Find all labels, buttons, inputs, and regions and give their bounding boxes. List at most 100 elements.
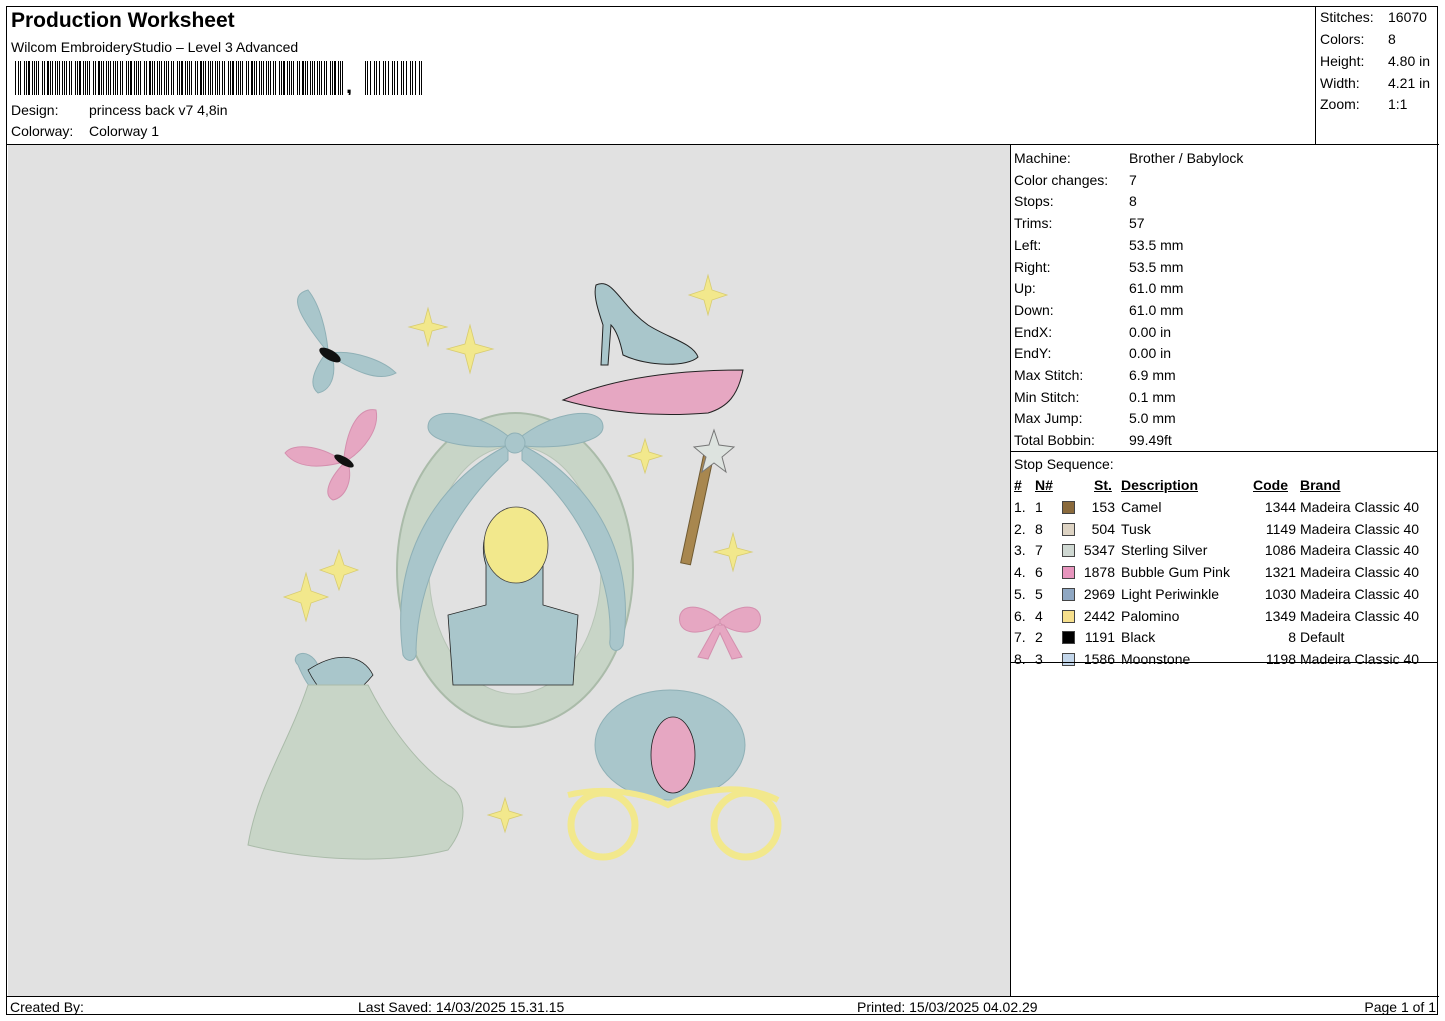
barcode-bar xyxy=(195,61,196,95)
stat-label: Colors: xyxy=(1320,31,1365,47)
barcode-bar xyxy=(164,61,165,95)
design-preview xyxy=(8,145,1011,996)
barcode-bar xyxy=(171,61,172,95)
barcode-bar xyxy=(415,61,416,95)
info-value: 5.0 mm xyxy=(1129,410,1176,427)
row-description: Camel xyxy=(1121,499,1162,515)
barcode-bar xyxy=(410,61,411,95)
design-value: princess back v7 4,8in xyxy=(89,102,228,118)
barcode-bar xyxy=(205,61,206,95)
barcode-bar xyxy=(106,61,107,95)
info-value: 0.1 mm xyxy=(1129,388,1176,405)
barcode-bar xyxy=(149,61,151,95)
row-index: 8. xyxy=(1014,650,1026,667)
barcode-bar xyxy=(334,61,336,95)
barcode-bar xyxy=(187,61,188,95)
info-label: EndX: xyxy=(1014,323,1053,340)
stat-value: 16070 xyxy=(1388,9,1427,25)
barcode-bar xyxy=(403,61,404,95)
barcode-bar xyxy=(18,61,19,95)
barcode-bar xyxy=(246,61,247,95)
barcode-bar xyxy=(89,61,90,95)
barcode-bar xyxy=(128,61,129,95)
barcode-bar xyxy=(36,61,37,95)
barcode-bar xyxy=(388,61,389,95)
barcode-bar xyxy=(370,61,371,95)
table-divider xyxy=(1011,662,1438,663)
table-row: 7. 2 1191 Black 8 Default xyxy=(1011,629,1438,650)
info-divider xyxy=(1011,451,1438,452)
table-row: 1. 1 153 Camel 1344 Madeira Classic 40 xyxy=(1011,499,1438,520)
row-stitches: 2442 xyxy=(1083,607,1115,624)
row-brand: Madeira Classic 40 xyxy=(1300,499,1420,515)
info-row: Stops: 8 xyxy=(1014,193,1137,209)
barcode-bar xyxy=(115,61,116,95)
color-swatch xyxy=(1062,631,1075,645)
barcode-bar xyxy=(307,61,308,95)
barcode-bar xyxy=(42,61,43,95)
row-description: Black xyxy=(1121,629,1156,646)
info-row: Down: 61.0 mm xyxy=(1014,302,1183,318)
barcode-bar xyxy=(401,61,402,95)
barcode-bar xyxy=(146,61,147,95)
col-header-code: Code xyxy=(1253,477,1288,493)
stat-value: 4.80 in xyxy=(1388,53,1431,69)
stat-colors: Colors: 8 xyxy=(1320,31,1396,47)
barcode-bar xyxy=(230,61,231,95)
info-value: 0.00 in xyxy=(1129,345,1172,362)
barcode-bar xyxy=(326,61,327,95)
info-label: Up: xyxy=(1014,280,1036,297)
stat-zoom: Zoom: 1:1 xyxy=(1320,96,1407,112)
barcode-bar xyxy=(383,61,384,95)
colorway-value: Colorway 1 xyxy=(89,123,160,139)
row-code: 8 xyxy=(1288,629,1296,646)
barcode-bar xyxy=(332,61,333,95)
barcode-bar xyxy=(117,61,118,95)
col-header-brand: Brand xyxy=(1300,477,1341,493)
stat-label: Zoom: xyxy=(1320,96,1360,112)
barcode-bar xyxy=(108,61,109,95)
barcode-bar xyxy=(20,61,21,95)
color-swatch xyxy=(1062,522,1075,536)
info-label: Max Stitch: xyxy=(1014,367,1084,383)
barcode-bar xyxy=(152,61,153,95)
barcode-bar xyxy=(113,61,114,95)
worksheet-header: Production Worksheet Wilcom EmbroiderySt… xyxy=(7,7,1315,144)
col-header-needle: N# xyxy=(1035,477,1053,493)
barcode-bar xyxy=(79,61,81,95)
barcode-bar xyxy=(314,61,315,95)
barcode-bar xyxy=(59,61,60,95)
ball-gown-icon xyxy=(247,653,464,860)
glass-slipper-icon xyxy=(561,283,744,415)
barcode-bar xyxy=(34,61,35,95)
blue-butterfly-icon xyxy=(297,289,397,394)
barcode-bar xyxy=(365,61,366,95)
info-label: Max Jump: xyxy=(1014,410,1083,427)
barcode-bar xyxy=(210,61,211,95)
row-stitches: 153 xyxy=(1091,499,1115,515)
printed-date: Printed: 15/03/2025 04.02.29 xyxy=(857,999,1038,1015)
barcode-bar xyxy=(24,61,25,95)
barcode-bar xyxy=(38,61,39,95)
row-needle: 6 xyxy=(1035,564,1043,581)
barcode-bar xyxy=(238,61,239,95)
pink-bow-icon xyxy=(679,606,761,660)
stat-value: 8 xyxy=(1388,31,1396,47)
info-row: Max Jump: 5.0 mm xyxy=(1014,410,1176,426)
row-needle: 4 xyxy=(1035,607,1043,624)
barcode-bar xyxy=(224,61,225,95)
barcode-bar xyxy=(203,61,204,95)
info-row: Machine: Brother / Babylock xyxy=(1014,150,1243,166)
barcode-bar xyxy=(263,61,264,95)
row-description: Bubble Gum Pink xyxy=(1121,564,1230,581)
info-value: 61.0 mm xyxy=(1129,280,1184,297)
info-label: Down: xyxy=(1014,301,1054,318)
barcode-bar xyxy=(419,61,420,95)
barcode-bar xyxy=(44,61,45,95)
row-code: 1198 xyxy=(1265,650,1296,667)
info-value: 57 xyxy=(1129,215,1145,232)
barcode-bar xyxy=(50,61,51,95)
row-needle: 3 xyxy=(1035,650,1043,667)
row-index: 6. xyxy=(1014,607,1026,624)
info-row: Min Stitch: 0.1 mm xyxy=(1014,389,1176,405)
